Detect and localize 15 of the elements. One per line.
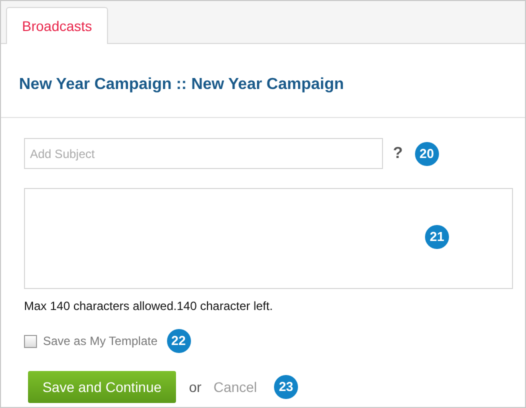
subject-field[interactable]: Add Subject xyxy=(24,138,383,169)
message-field[interactable] xyxy=(24,188,513,289)
save-continue-button[interactable]: Save and Continue xyxy=(28,371,176,403)
template-checkbox[interactable] xyxy=(24,334,37,348)
help-icon[interactable]: ? xyxy=(393,142,403,166)
callout-badge: 21 xyxy=(425,225,449,249)
template-label: Save as My Template xyxy=(43,333,158,350)
or-text: or xyxy=(189,378,202,396)
tab[interactable]: Broadcasts xyxy=(6,7,108,44)
cancel-link[interactable]: Cancel xyxy=(213,376,258,398)
character-limit-note: Max 140 characters allowed.140 character left. xyxy=(24,298,274,315)
callout-badge: 20 xyxy=(414,142,439,166)
callout-badge: 23 xyxy=(274,375,298,399)
campaign-title: New Year Campaign :: New Year Campaign xyxy=(19,75,345,95)
callout-badge: 22 xyxy=(166,329,190,353)
